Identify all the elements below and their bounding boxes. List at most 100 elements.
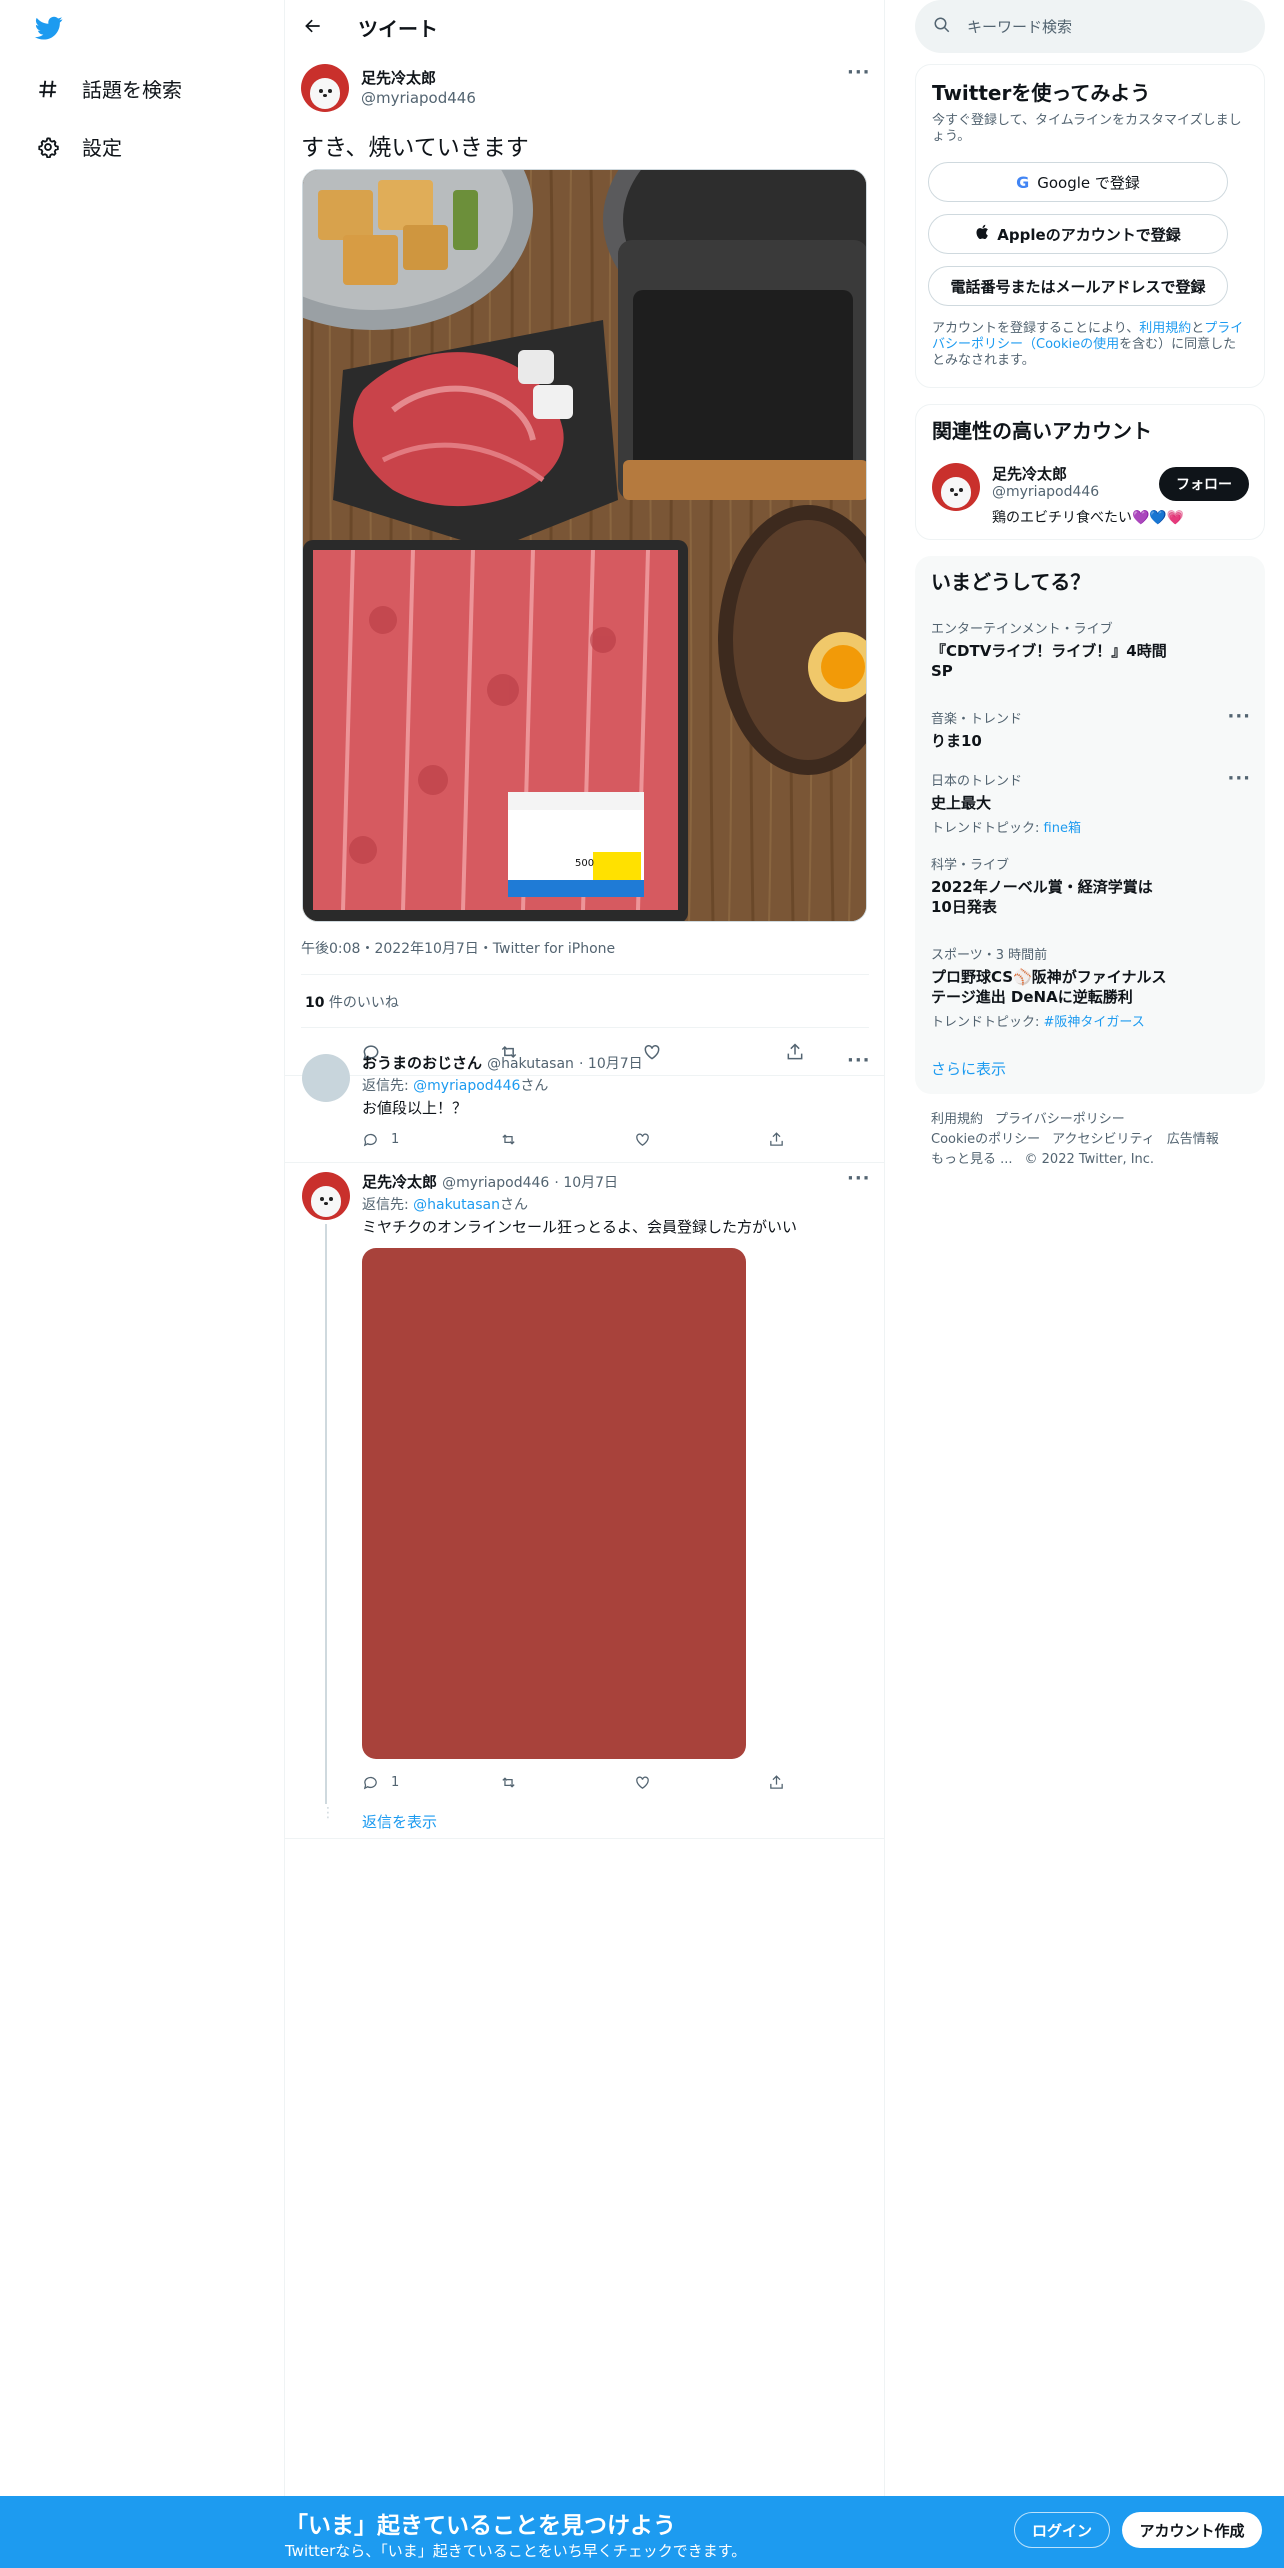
share-icon[interactable] [768, 1774, 785, 1791]
related-bio: 鶏のエビチリ食べたい💜💙💗 [992, 510, 1185, 526]
reply-icon[interactable]: 1 [362, 1774, 399, 1791]
more-options-icon[interactable]: ··· [1227, 768, 1251, 789]
footer-link[interactable]: Cookieのポリシー [931, 1132, 1040, 1147]
related-handle[interactable]: @myriapod446 [992, 484, 1099, 500]
copyright: © 2022 Twitter, Inc. [1024, 1152, 1155, 1167]
show-more-link[interactable]: さらに表示 [931, 1058, 1006, 1079]
reply-date[interactable]: · 10月7日 [579, 1056, 643, 1072]
page-title: ツイート [358, 17, 438, 41]
related-accounts-card: 関連性の高いアカウント 足先冷太郎 @myriapod446 鶏のエビチリ食べた… [915, 404, 1265, 540]
more-options-icon[interactable]: ··· [847, 1168, 871, 1189]
reply-text: お値段以上！？ [362, 1099, 468, 1117]
footer-link[interactable]: プライバシーポリシー [995, 1112, 1125, 1127]
trend-topic-link[interactable]: #阪神タイガース [1044, 1015, 1145, 1030]
tweet-author-handle[interactable]: @myriapod446 [361, 88, 476, 107]
reply-author-handle[interactable]: @hakutasan [487, 1056, 574, 1072]
likes-count[interactable]: 10 件のいいね [305, 992, 399, 1012]
thread-line [325, 1224, 327, 1804]
reply-author-name[interactable]: 足先冷太郎 [362, 1173, 437, 1191]
reply-icon[interactable]: 1 [362, 1131, 399, 1148]
more-options-icon[interactable]: ··· [847, 62, 871, 83]
nav-explore-label: 話題を検索 [82, 78, 182, 102]
like-icon[interactable] [634, 1774, 651, 1791]
avatar[interactable] [932, 463, 980, 511]
tweet-author-name[interactable]: 足先冷太郎 [361, 67, 436, 88]
search-input[interactable]: キーワード検索 [915, 0, 1265, 53]
reply-date[interactable]: · 10月7日 [554, 1175, 618, 1191]
trend-topic-link[interactable]: fine箱 [1044, 821, 1081, 836]
trend-item[interactable]: 日本のトレンド 史上最大 トレンドトピック: fine箱 ··· [931, 768, 1251, 836]
like-icon[interactable] [634, 1131, 651, 1148]
reply-to-line: 返信先: @myriapod446さん [362, 1078, 549, 1094]
thread-dots: ⋮ [321, 1805, 335, 1821]
bottom-bar-title: 「いま」起きていることを見つけよう [285, 2513, 676, 2539]
reply-count: 1 [391, 1774, 400, 1790]
signup-button[interactable]: アカウント作成 [1122, 2512, 1262, 2548]
avatar[interactable] [302, 1054, 350, 1102]
search-icon [933, 16, 951, 38]
nav-explore[interactable]: 話題を検索 [36, 74, 182, 103]
reply-action-bar: 1 [285, 1128, 885, 1150]
google-signup-button[interactable]: G Google で登録 [928, 162, 1228, 202]
reply-to-line: 返信先: @hakutasanさん [362, 1197, 528, 1213]
hashtag-icon [36, 77, 60, 101]
left-nav: 話題を検索 設定 [0, 0, 285, 2568]
footer-link[interactable]: 利用規約 [931, 1112, 983, 1127]
reply-author-name[interactable]: おうまのおじさん [362, 1054, 482, 1072]
signup-subtitle: 今すぐ登録して、タイムラインをカスタマイズしましょう。 [932, 113, 1242, 144]
avatar[interactable] [302, 1172, 350, 1220]
google-icon: G [1016, 172, 1030, 192]
tweet-meta: 午後0:08・2022年10月7日・Twitter for iPhone [301, 941, 616, 957]
divider [301, 974, 869, 975]
avatar[interactable] [301, 64, 349, 112]
apple-signup-button[interactable]: Appleのアカウントで登録 [928, 214, 1228, 254]
retweet-icon[interactable] [500, 1131, 517, 1148]
related-title: 関連性の高いアカウント [932, 419, 1152, 443]
trends-card: いまどうしてる？ エンターテインメント・ライブ 『CDTVライブ！ライブ！』4時… [915, 556, 1265, 1094]
footer-link[interactable]: 広告情報 [1167, 1132, 1219, 1147]
footer-link[interactable]: もっと見る ... [931, 1152, 1013, 1167]
divider [285, 1162, 885, 1163]
reply-header: 足先冷太郎 @myriapod446 · 10月7日 [362, 1171, 618, 1192]
reply-author-handle[interactable]: @myriapod446 [442, 1175, 549, 1191]
tweet-photo[interactable]: 500 [302, 169, 867, 922]
follow-button[interactable]: フォロー [1159, 467, 1249, 501]
reply-to-link[interactable]: @myriapod446 [413, 1078, 520, 1094]
reply-text: ミヤチクのオンラインセール狂っとるよ、会員登録した方がいい [362, 1218, 798, 1236]
reply-header: おうまのおじさん @hakutasan · 10月7日 [362, 1052, 643, 1073]
trend-item[interactable]: 科学・ライブ 2022年ノーベル賞・経済学賞は10日発表 [931, 854, 1251, 917]
trend-item[interactable]: 音楽・トレンド りま10 ··· [931, 706, 1251, 751]
terms-link[interactable]: 利用規約 [1139, 321, 1191, 336]
main-column: ツイート 足先冷太郎 @myriapod446 ··· すき、焼いていきます 5… [285, 0, 885, 2568]
phone-email-signup-button[interactable]: 電話番号またはメールアドレスで登録 [928, 266, 1228, 306]
terms-text: アカウントを登録することにより、利用規約とプライバシーポリシー（Cookieの使… [932, 321, 1244, 368]
reply-action-bar: 1 [285, 1771, 885, 1793]
retweet-icon[interactable] [500, 1774, 517, 1791]
more-options-icon[interactable]: ··· [847, 1050, 871, 1071]
signup-card: Twitterを使ってみよう 今すぐ登録して、タイムラインをカスタマイズしましょ… [915, 64, 1265, 388]
more-options-icon[interactable]: ··· [1227, 706, 1251, 727]
back-arrow-icon[interactable] [301, 14, 325, 38]
share-icon[interactable] [785, 1042, 805, 1062]
trends-title: いまどうしてる？ [931, 570, 1091, 594]
related-name[interactable]: 足先冷太郎 [992, 463, 1067, 484]
like-icon[interactable] [642, 1042, 662, 1062]
nav-settings[interactable]: 設定 [36, 132, 122, 161]
login-button[interactable]: ログイン [1014, 2512, 1110, 2548]
label-price-text: 500 [575, 858, 594, 869]
main-header: ツイート [285, 0, 885, 53]
divider [285, 1838, 885, 1839]
trend-item[interactable]: スポーツ・3 時間前 プロ野球CS⚾阪神がファイナルステージ進出 DeNAに逆転… [931, 944, 1251, 1030]
footer-links: 利用規約 プライバシーポリシー Cookieのポリシー アクセシビリティ 広告情報 も… [931, 1110, 1261, 1170]
reply-to-link[interactable]: @hakutasan [413, 1197, 500, 1213]
bottom-signup-bar: 「いま」起きていることを見つけよう Twitterなら、「いま」起きていることを… [0, 2496, 1284, 2568]
footer-link[interactable]: アクセシビリティ [1052, 1132, 1155, 1147]
bottom-bar-subtitle: Twitterなら、「いま」起きていることをいち早くチェックできます。 [285, 2542, 747, 2560]
share-icon[interactable] [768, 1131, 785, 1148]
show-replies-link[interactable]: 返信を表示 [362, 1811, 437, 1832]
search-placeholder: キーワード検索 [967, 18, 1073, 36]
reply-media[interactable] [362, 1248, 746, 1759]
divider [301, 1027, 869, 1028]
trend-item[interactable]: エンターテインメント・ライブ 『CDTVライブ！ライブ！』4時間SP [931, 618, 1251, 681]
twitter-logo-icon[interactable] [33, 14, 65, 42]
